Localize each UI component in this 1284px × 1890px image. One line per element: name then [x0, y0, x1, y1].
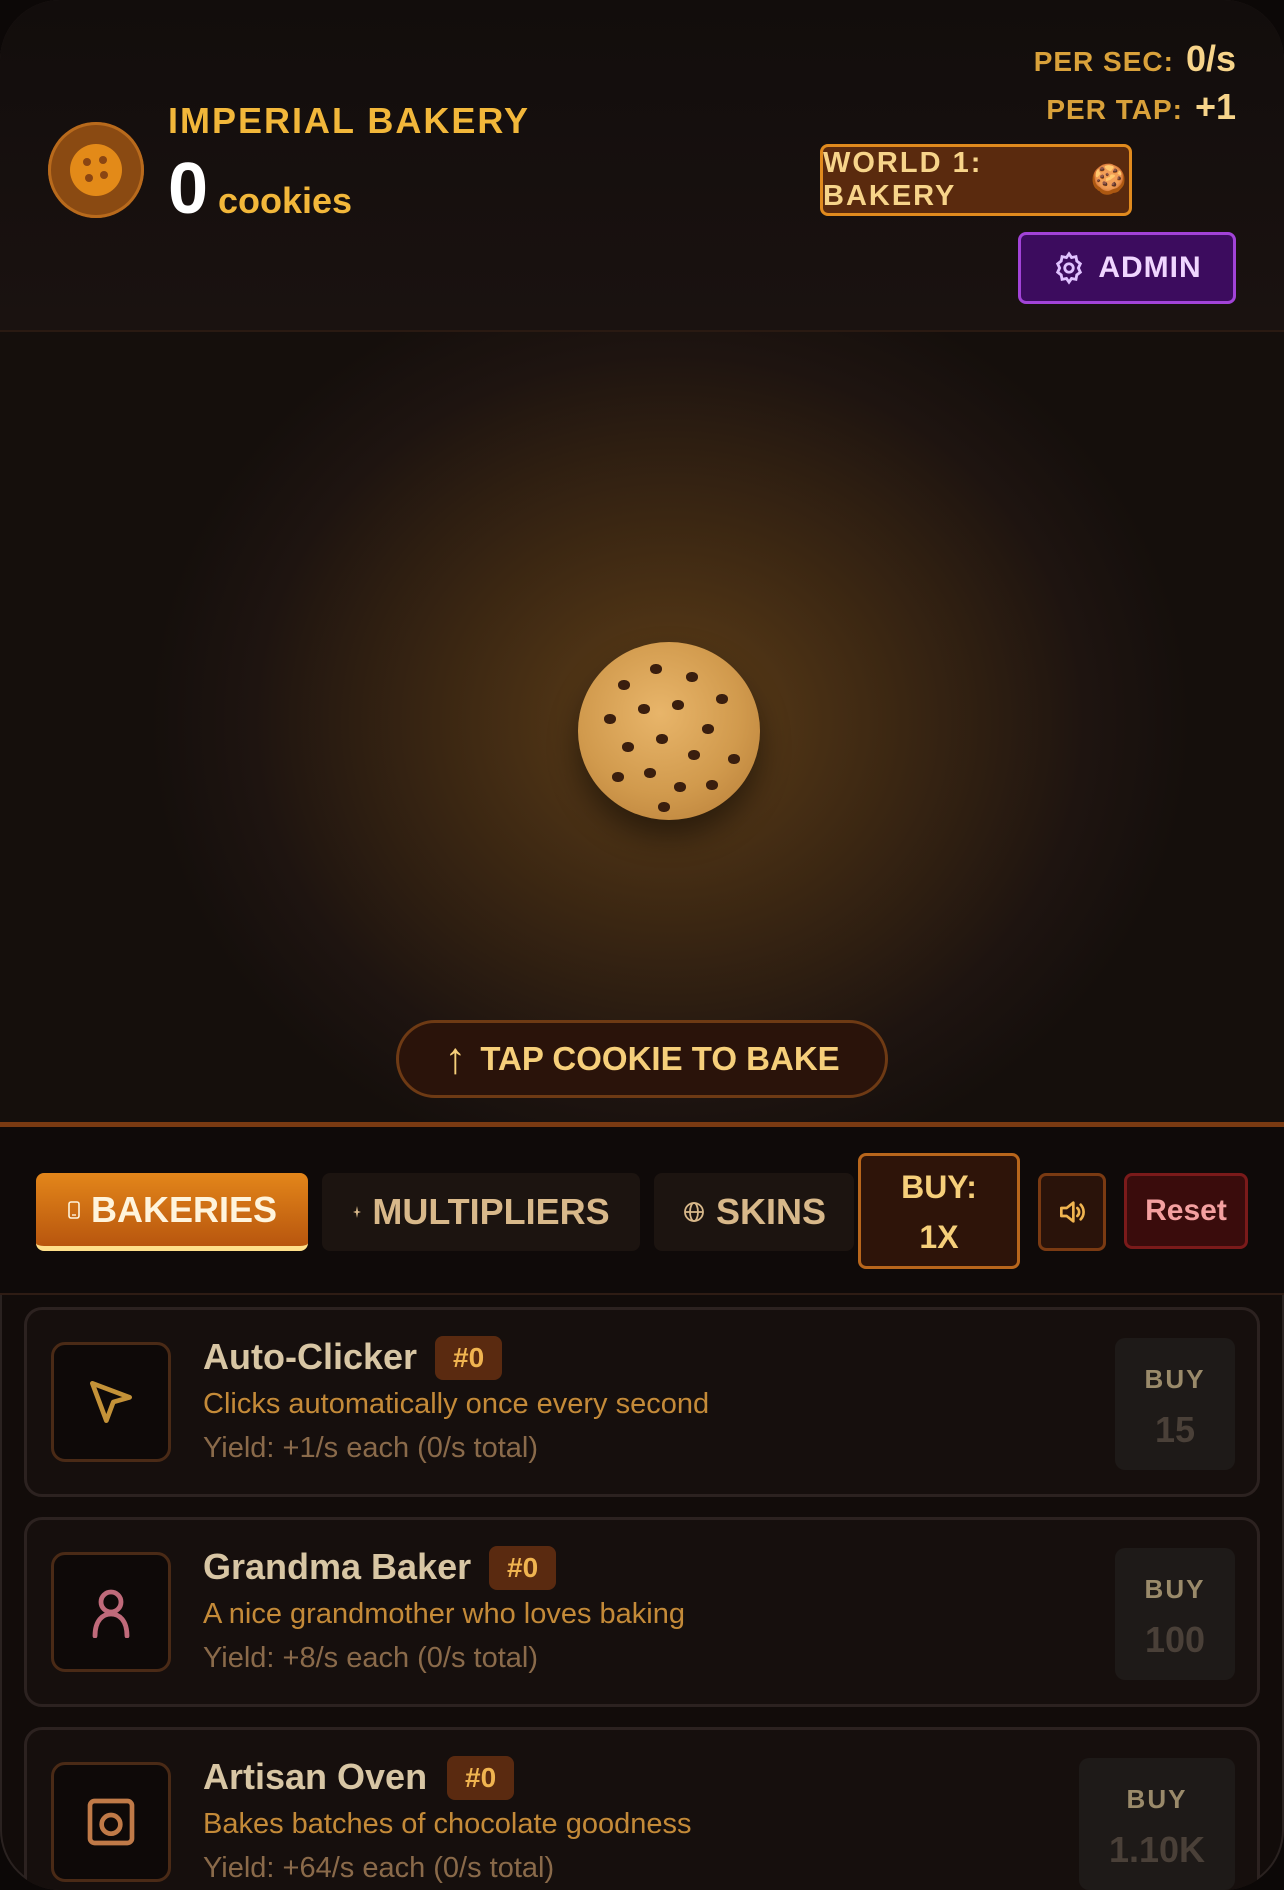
buy-price: 100 [1144, 1619, 1206, 1660]
buy-grandma-baker-button[interactable]: BUY 100 [1115, 1548, 1235, 1680]
item-name: Artisan Oven [203, 1756, 428, 1797]
gear-icon [1056, 251, 1083, 285]
reset-button[interactable]: Reset [1124, 1173, 1248, 1249]
buy-label: BUY [1126, 1784, 1188, 1814]
cookie-count: 0 [168, 149, 209, 229]
item-owned-badge: #0 [447, 1756, 515, 1800]
per-sec-label: PER SEC: [1033, 46, 1174, 77]
tab-bakeries-label: BAKERIES [90, 1188, 278, 1230]
buy-auto-clicker-button[interactable]: BUY 15 [1115, 1338, 1235, 1470]
item-name: Grandma Baker [203, 1546, 472, 1587]
phone-icon [68, 1200, 80, 1219]
world-label: WORLD 1: BAKERY [823, 147, 983, 212]
toolbar: BAKERIES MULTIPLIERS SKINS BUY: 1X Reset [0, 1127, 1284, 1295]
tab-bakeries[interactable]: BAKERIES [36, 1173, 308, 1251]
big-cookie[interactable] [578, 642, 760, 820]
item-description: Clicks automatically once every second [203, 1388, 710, 1420]
item-yield: Yield: +1/s each (0/s total) [203, 1432, 539, 1464]
buy-price: 1.10K [1108, 1829, 1206, 1870]
tap-hint: ↑ TAP COOKIE TO BAKE [396, 1020, 888, 1098]
buy-price: 15 [1154, 1409, 1196, 1450]
list-item: Grandma Baker #0 A nice grandmother who … [24, 1517, 1260, 1707]
sparkle-icon [353, 1206, 362, 1218]
header: IMPERIAL BAKERY 0 cookies PER SEC: 0/s P… [0, 0, 1284, 332]
cookie-count-unit: cookies [218, 180, 353, 221]
per-sec-value: 0/s [1185, 38, 1236, 79]
item-owned-badge: #0 [435, 1336, 503, 1380]
cookie-emoji-icon: 🍪 [1090, 164, 1129, 196]
tab-multipliers[interactable]: MULTIPLIERS [322, 1173, 640, 1251]
sound-toggle-button[interactable] [1038, 1173, 1106, 1251]
globe-icon [684, 1202, 704, 1222]
tab-skins[interactable]: SKINS [654, 1173, 854, 1251]
per-sec-stat: PER SEC: 0/s [1034, 38, 1236, 80]
admin-label: ADMIN [1098, 251, 1202, 284]
cookie-logo-icon [48, 122, 144, 218]
tap-hint-text: TAP COOKIE TO BAKE [480, 1040, 840, 1077]
item-description: A nice grandmother who loves baking [203, 1598, 686, 1630]
buy-multiplier-label: BUY: [901, 1169, 977, 1205]
item-owned-badge: #0 [489, 1546, 557, 1590]
arrow-up-icon: ↑ [444, 1034, 467, 1083]
world-select-button[interactable]: WORLD 1: BAKERY 🍪 [820, 144, 1132, 216]
buy-label: BUY [1144, 1364, 1206, 1394]
app-frame: IMPERIAL BAKERY 0 cookies PER SEC: 0/s P… [0, 0, 1284, 1890]
list-item: Artisan Oven #0 Bakes batches of chocola… [24, 1727, 1260, 1890]
app-title: IMPERIAL BAKERY [168, 100, 531, 141]
person-icon [51, 1552, 171, 1672]
play-area: ↑ TAP COOKIE TO BAKE [0, 332, 1284, 1122]
cursor-icon [51, 1342, 171, 1462]
oven-icon [51, 1762, 171, 1882]
buy-multiplier-button[interactable]: BUY: 1X [858, 1153, 1020, 1269]
per-tap-stat: PER TAP: +1 [1046, 86, 1236, 128]
item-yield: Yield: +64/s each (0/s total) [203, 1852, 555, 1884]
speaker-icon [1060, 1201, 1085, 1223]
buy-label: BUY [1144, 1574, 1206, 1604]
per-tap-label: PER TAP: [1046, 94, 1183, 125]
buy-artisan-oven-button[interactable]: BUY 1.10K [1079, 1758, 1235, 1890]
list-item: Auto-Clicker #0 Clicks automatically onc… [24, 1307, 1260, 1497]
per-tap-value: +1 [1194, 86, 1236, 127]
admin-button[interactable]: ADMIN [1018, 232, 1236, 304]
tab-multipliers-label: MULTIPLIERS [372, 1191, 610, 1232]
item-yield: Yield: +8/s each (0/s total) [203, 1642, 539, 1674]
buy-multiplier-value: 1X [919, 1219, 959, 1255]
item-description: Bakes batches of chocolate goodness [203, 1808, 692, 1840]
item-name: Auto-Clicker [203, 1336, 418, 1377]
tab-skins-label: SKINS [715, 1191, 827, 1232]
